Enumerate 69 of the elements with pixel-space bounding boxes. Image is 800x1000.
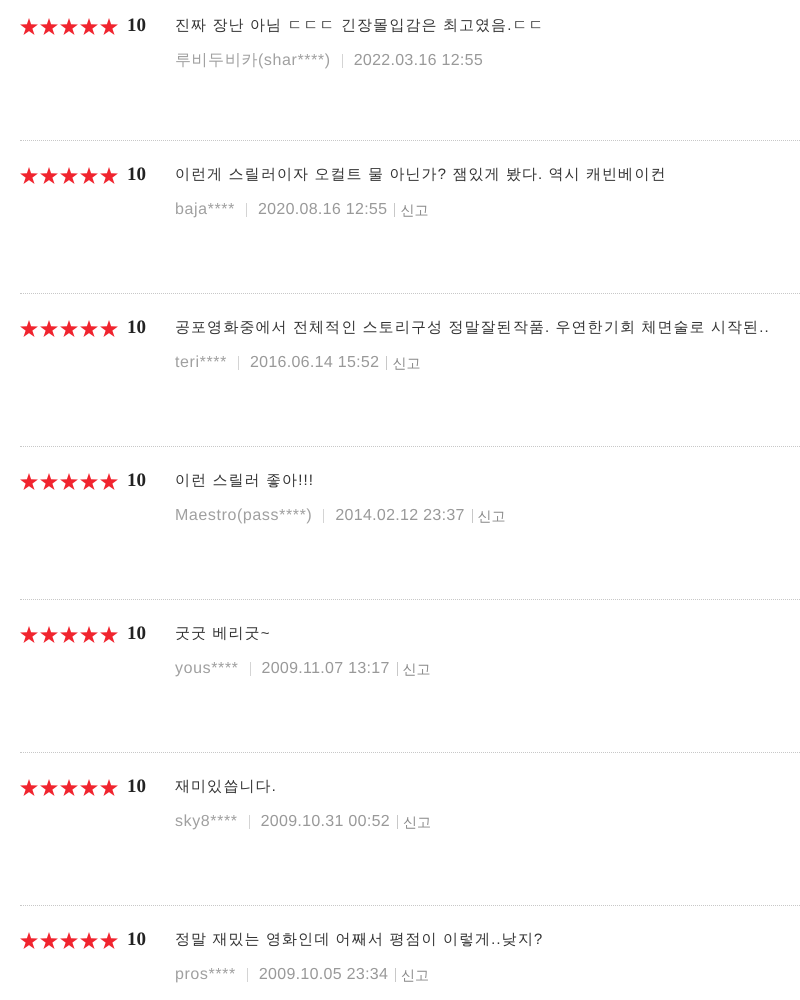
review-text: 재미있씁니다. bbox=[175, 777, 277, 797]
star-icon bbox=[80, 626, 98, 642]
review-text: 공포영화중에서 전체적인 스토리구성 정말잘된작품. 우연한기회 체면술로 시작된.. bbox=[175, 318, 770, 338]
star-icon bbox=[60, 626, 78, 642]
star-icon bbox=[40, 166, 58, 184]
author-name: pros**** bbox=[175, 965, 236, 985]
star-icon bbox=[80, 166, 98, 184]
star-icon bbox=[100, 932, 118, 948]
star-icon bbox=[40, 626, 58, 642]
star-icon bbox=[40, 472, 58, 490]
author-name: Maestro(pass****) bbox=[175, 506, 312, 526]
star-icon bbox=[100, 166, 118, 184]
report-link[interactable]: 신고 bbox=[402, 810, 431, 834]
review-text: 정말 재밌는 영화인데 어째서 평점이 이렇게..낮지? bbox=[175, 930, 544, 950]
star-icon bbox=[60, 932, 78, 948]
star-icon bbox=[20, 778, 38, 796]
star-icon bbox=[60, 166, 78, 184]
star-icon bbox=[100, 778, 118, 796]
author-name: baja**** bbox=[175, 200, 235, 220]
star-icon bbox=[20, 18, 38, 34]
star-icon bbox=[40, 320, 58, 336]
author-name: 루비두비카(shar****) bbox=[175, 51, 331, 71]
review-text: 이런 스릴러 좋아!!! bbox=[175, 471, 314, 491]
star-icon bbox=[80, 932, 98, 948]
review-text: 진짜 장난 아님 ㄷㄷㄷ 긴장몰입감은 최고였음.ㄷㄷ bbox=[175, 16, 545, 36]
star-icon bbox=[20, 626, 38, 642]
star-icon bbox=[100, 472, 118, 490]
star-icon bbox=[20, 472, 38, 490]
review-date: 2009.11.07 13:17 bbox=[262, 659, 390, 679]
star-icon bbox=[60, 472, 78, 490]
review-date: 2016.06.14 15:52 bbox=[250, 353, 380, 373]
star-icon bbox=[80, 320, 98, 336]
star-icon bbox=[100, 18, 118, 34]
report-link[interactable]: 신고 bbox=[402, 657, 431, 681]
rating-score: 10 bbox=[126, 163, 147, 187]
author-name: teri**** bbox=[175, 353, 227, 373]
star-icon bbox=[20, 320, 38, 336]
review-date: 2014.02.12 23:37 bbox=[335, 506, 465, 526]
report-link[interactable]: 신고 bbox=[401, 963, 430, 987]
review-date: 2009.10.05 23:34 bbox=[258, 965, 388, 985]
review-date: 2022.03.16 12:55 bbox=[354, 51, 484, 71]
review-text: 이런게 스릴러이자 오컬트 물 아닌가? 잼있게 봤다. 역시 캐빈베이컨 bbox=[175, 165, 667, 185]
report-link[interactable]: 신고 bbox=[400, 198, 428, 222]
report-link[interactable]: 신고 bbox=[392, 351, 420, 375]
star-icon bbox=[60, 18, 78, 34]
star-icon bbox=[100, 320, 118, 336]
star-icon bbox=[20, 166, 38, 184]
star-icon bbox=[80, 472, 98, 490]
star-icon bbox=[100, 626, 118, 642]
star-icon bbox=[80, 778, 98, 796]
author-name: yous**** bbox=[175, 659, 239, 679]
rating-score: 10 bbox=[126, 316, 147, 340]
rating-score: 10 bbox=[126, 775, 147, 799]
rating-score: 10 bbox=[126, 928, 147, 952]
rating-score: 10 bbox=[126, 469, 147, 493]
review-text: 굿굿 베리굿~ bbox=[175, 624, 271, 644]
rating-score: 10 bbox=[126, 14, 147, 38]
star-icon bbox=[60, 320, 78, 336]
star-icon bbox=[40, 18, 58, 34]
star-icon bbox=[40, 932, 58, 948]
star-icon bbox=[80, 18, 98, 34]
star-icon bbox=[60, 778, 78, 796]
star-icon bbox=[20, 932, 38, 948]
star-icon bbox=[40, 778, 58, 796]
author-name: sky8**** bbox=[175, 812, 238, 832]
review-date: 2020.08.16 12:55 bbox=[258, 200, 388, 220]
rating-score: 10 bbox=[126, 622, 147, 646]
report-link[interactable]: 신고 bbox=[478, 504, 506, 528]
review-date: 2009.10.31 00:52 bbox=[260, 812, 390, 832]
